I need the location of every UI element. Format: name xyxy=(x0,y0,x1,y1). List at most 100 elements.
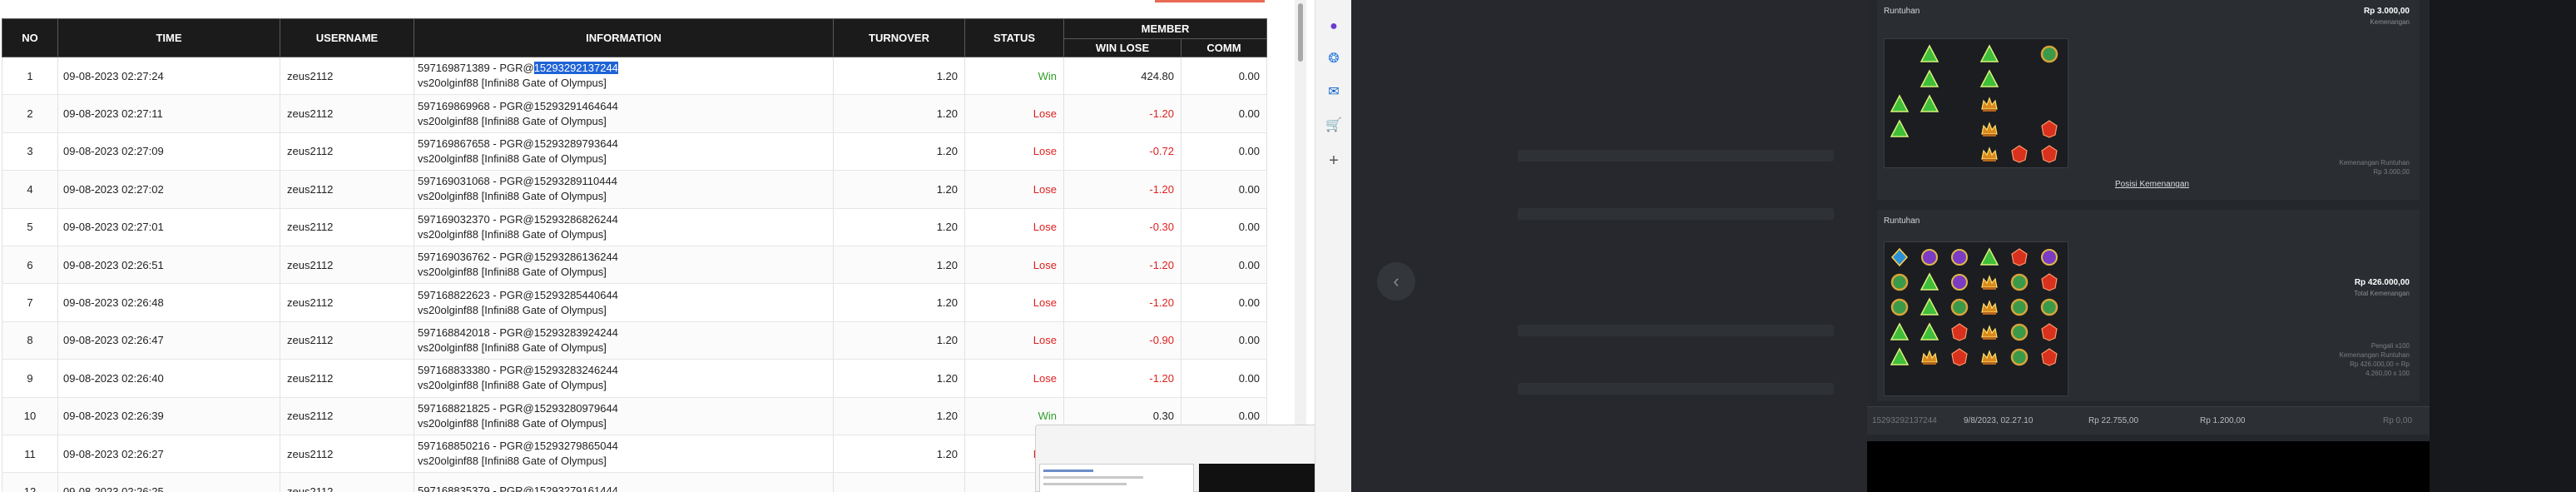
row-username: zeus2112 xyxy=(280,246,414,285)
row-information: 597168833380 - PGR@15293283246244 vs20olg… xyxy=(414,359,834,398)
green-ring-icon xyxy=(2009,297,2029,317)
row-comm: 0.00 xyxy=(1181,57,1267,96)
row-time: 09-08-2023 02:27:11 xyxy=(57,94,280,133)
table-row[interactable]: 2 09-08-2023 02:27:11 zeus2112 597169869968… xyxy=(2,94,1267,133)
header-member: MEMBER xyxy=(1063,18,1267,39)
row-turnover: 1.20 xyxy=(833,283,965,322)
row-no: 5 xyxy=(2,208,58,246)
tumble-amount-label: Total Kemenangan xyxy=(2354,290,2410,297)
round-id-text[interactable]: 15293279161444 xyxy=(534,485,618,492)
table-row[interactable]: 5 09-08-2023 02:27:01 zeus2112 597169032370… xyxy=(2,208,1267,246)
red-gem-icon xyxy=(2039,347,2059,367)
header-no: NO xyxy=(2,18,58,57)
row-time: 09-08-2023 02:26:27 xyxy=(57,435,280,474)
green-triangle-gem-icon xyxy=(1920,94,1939,114)
row-time: 09-08-2023 02:26:51 xyxy=(57,246,280,285)
round-id-text[interactable]: 15293286826244 xyxy=(534,213,618,226)
row-no: 6 xyxy=(2,246,58,285)
row-comm: 0.00 xyxy=(1181,283,1267,322)
symbol-grid xyxy=(1884,38,2068,168)
round-bet: Rp 1.200,00 xyxy=(2200,416,2246,425)
table-row[interactable]: 9 09-08-2023 02:26:40 zeus2112 597168833380… xyxy=(2,359,1267,398)
vertical-scrollbar[interactable] xyxy=(1295,0,1306,492)
row-no: 7 xyxy=(2,283,58,322)
row-username: zeus2112 xyxy=(280,359,414,398)
table-row[interactable]: 1 09-08-2023 02:27:24 zeus2112 597169871389… xyxy=(2,57,1267,96)
transaction-id: 597168842018 - PGR@ xyxy=(418,326,534,339)
row-no: 12 xyxy=(2,472,58,492)
transaction-id: 597169032370 - PGR@ xyxy=(418,212,534,226)
row-status: Lose xyxy=(964,132,1064,171)
window-preview-popup[interactable] xyxy=(1035,425,1315,492)
winning-position-link[interactable]: Posisi Kemenangan xyxy=(2115,180,2189,189)
row-username: zeus2112 xyxy=(280,397,414,435)
round-id-text[interactable]: 15293291464644 xyxy=(534,100,618,112)
copilot-icon[interactable]: ❂ xyxy=(1325,50,1342,67)
round-id-text[interactable]: 15293286136244 xyxy=(534,251,618,263)
header-information: INFORMATION xyxy=(414,18,834,57)
table-row[interactable]: 6 09-08-2023 02:26:51 zeus2112 597169036762… xyxy=(2,246,1267,285)
scrollbar-thumb[interactable] xyxy=(1298,3,1303,62)
row-username: zeus2112 xyxy=(280,208,414,246)
row-username: zeus2112 xyxy=(280,170,414,209)
round-id-text[interactable]: 15293289110444 xyxy=(534,175,617,187)
game-name: vs20olginf88 [Infini88 Gate of Olympus] xyxy=(418,416,607,430)
red-gem-icon xyxy=(2009,247,2029,267)
row-turnover: 1.20 xyxy=(833,170,965,209)
transaction-id: 597169869968 - PGR@ xyxy=(418,99,534,112)
crown-gem-icon xyxy=(1979,297,1999,317)
green-triangle-gem-icon xyxy=(1890,347,1910,367)
tumble-win-detail: Pengali x100 Kemenangan Runtuhan Rp 426.… xyxy=(2339,342,2410,377)
browser-side-toolbar: ● ❂ ✉ 🛒 + xyxy=(1315,0,1351,492)
row-turnover: 1.20 xyxy=(833,132,965,171)
round-id-text[interactable]: 15293292137244 xyxy=(533,62,618,75)
tumble-title: Runtuhan xyxy=(1884,7,1920,16)
row-comm: 0.00 xyxy=(1181,132,1267,171)
preview-thumbnail-game[interactable] xyxy=(1199,464,1315,492)
table-row[interactable]: 4 09-08-2023 02:27:02 zeus2112 597169031068… xyxy=(2,170,1267,209)
round-id-text[interactable]: 15293283924244 xyxy=(534,326,618,339)
green-ring-icon xyxy=(1890,297,1910,317)
row-username: zeus2112 xyxy=(280,435,414,474)
round-id-text[interactable]: 15293280979644 xyxy=(534,402,618,415)
transaction-id: 597168821825 - PGR@ xyxy=(418,401,534,415)
table-row[interactable]: 7 09-08-2023 02:26:48 zeus2112 597168822623… xyxy=(2,283,1267,322)
row-no: 2 xyxy=(2,94,58,133)
preview-thumbnail-browser[interactable] xyxy=(1039,464,1194,492)
round-id-text[interactable]: 15293289793644 xyxy=(534,137,618,150)
outlook-icon[interactable]: ✉ xyxy=(1325,83,1342,100)
green-triangle-gem-icon xyxy=(1920,44,1939,64)
row-win-lose: -0.72 xyxy=(1063,132,1181,171)
green-triangle-gem-icon xyxy=(1890,322,1910,342)
row-information: 597169867658 - PGR@15293289793644 vs20olg… xyxy=(414,132,834,171)
row-no: 9 xyxy=(2,359,58,398)
table-row[interactable]: 3 09-08-2023 02:27:09 zeus2112 597169867658… xyxy=(2,132,1267,171)
round-id-text[interactable]: 15293285440644 xyxy=(534,289,618,301)
game-name: vs20olginf88 [Infini88 Gate of Olympus] xyxy=(418,77,607,90)
table-row[interactable]: 8 09-08-2023 02:26:47 zeus2112 597168842018… xyxy=(2,321,1267,360)
header-comm: COMM xyxy=(1181,38,1267,57)
back-arrow-button[interactable]: ‹ xyxy=(1377,262,1415,301)
round-id-text[interactable]: 15293283246244 xyxy=(534,364,618,376)
red-gem-icon xyxy=(2009,144,2029,164)
game-result-content: Runtuhan Rp 3.000,00 Kemenangan Kemenang… xyxy=(1867,0,2430,441)
row-time: 09-08-2023 02:26:40 xyxy=(57,359,280,398)
row-turnover: 1.20 xyxy=(833,435,965,474)
add-icon[interactable]: + xyxy=(1325,152,1342,170)
round-id-text[interactable]: 15293279865044 xyxy=(534,440,618,452)
game-backdrop xyxy=(1351,0,1867,492)
purple-gem-icon xyxy=(2039,247,2059,267)
green-ring-icon xyxy=(2039,297,2059,317)
row-username: zeus2112 xyxy=(280,321,414,360)
chevron-left-icon: ‹ xyxy=(1393,271,1399,291)
people-icon[interactable]: ● xyxy=(1325,18,1342,35)
green-triangle-gem-icon xyxy=(1979,247,1999,267)
row-username: zeus2112 xyxy=(280,57,414,96)
header-turnover: TURNOVER xyxy=(833,18,965,57)
tumble-card-2: Runtuhan Rp 426.000,00 Total Kemenangan … xyxy=(1877,210,2420,401)
shopping-icon[interactable]: 🛒 xyxy=(1325,117,1342,133)
game-name: vs20olginf88 [Infini88 Gate of Olympus] xyxy=(418,303,607,316)
tumble-amount: Rp 3.000,00 xyxy=(2363,7,2410,16)
transaction-id: 597169871389 - PGR@ xyxy=(418,62,534,75)
green-ring-icon xyxy=(2009,347,2029,367)
